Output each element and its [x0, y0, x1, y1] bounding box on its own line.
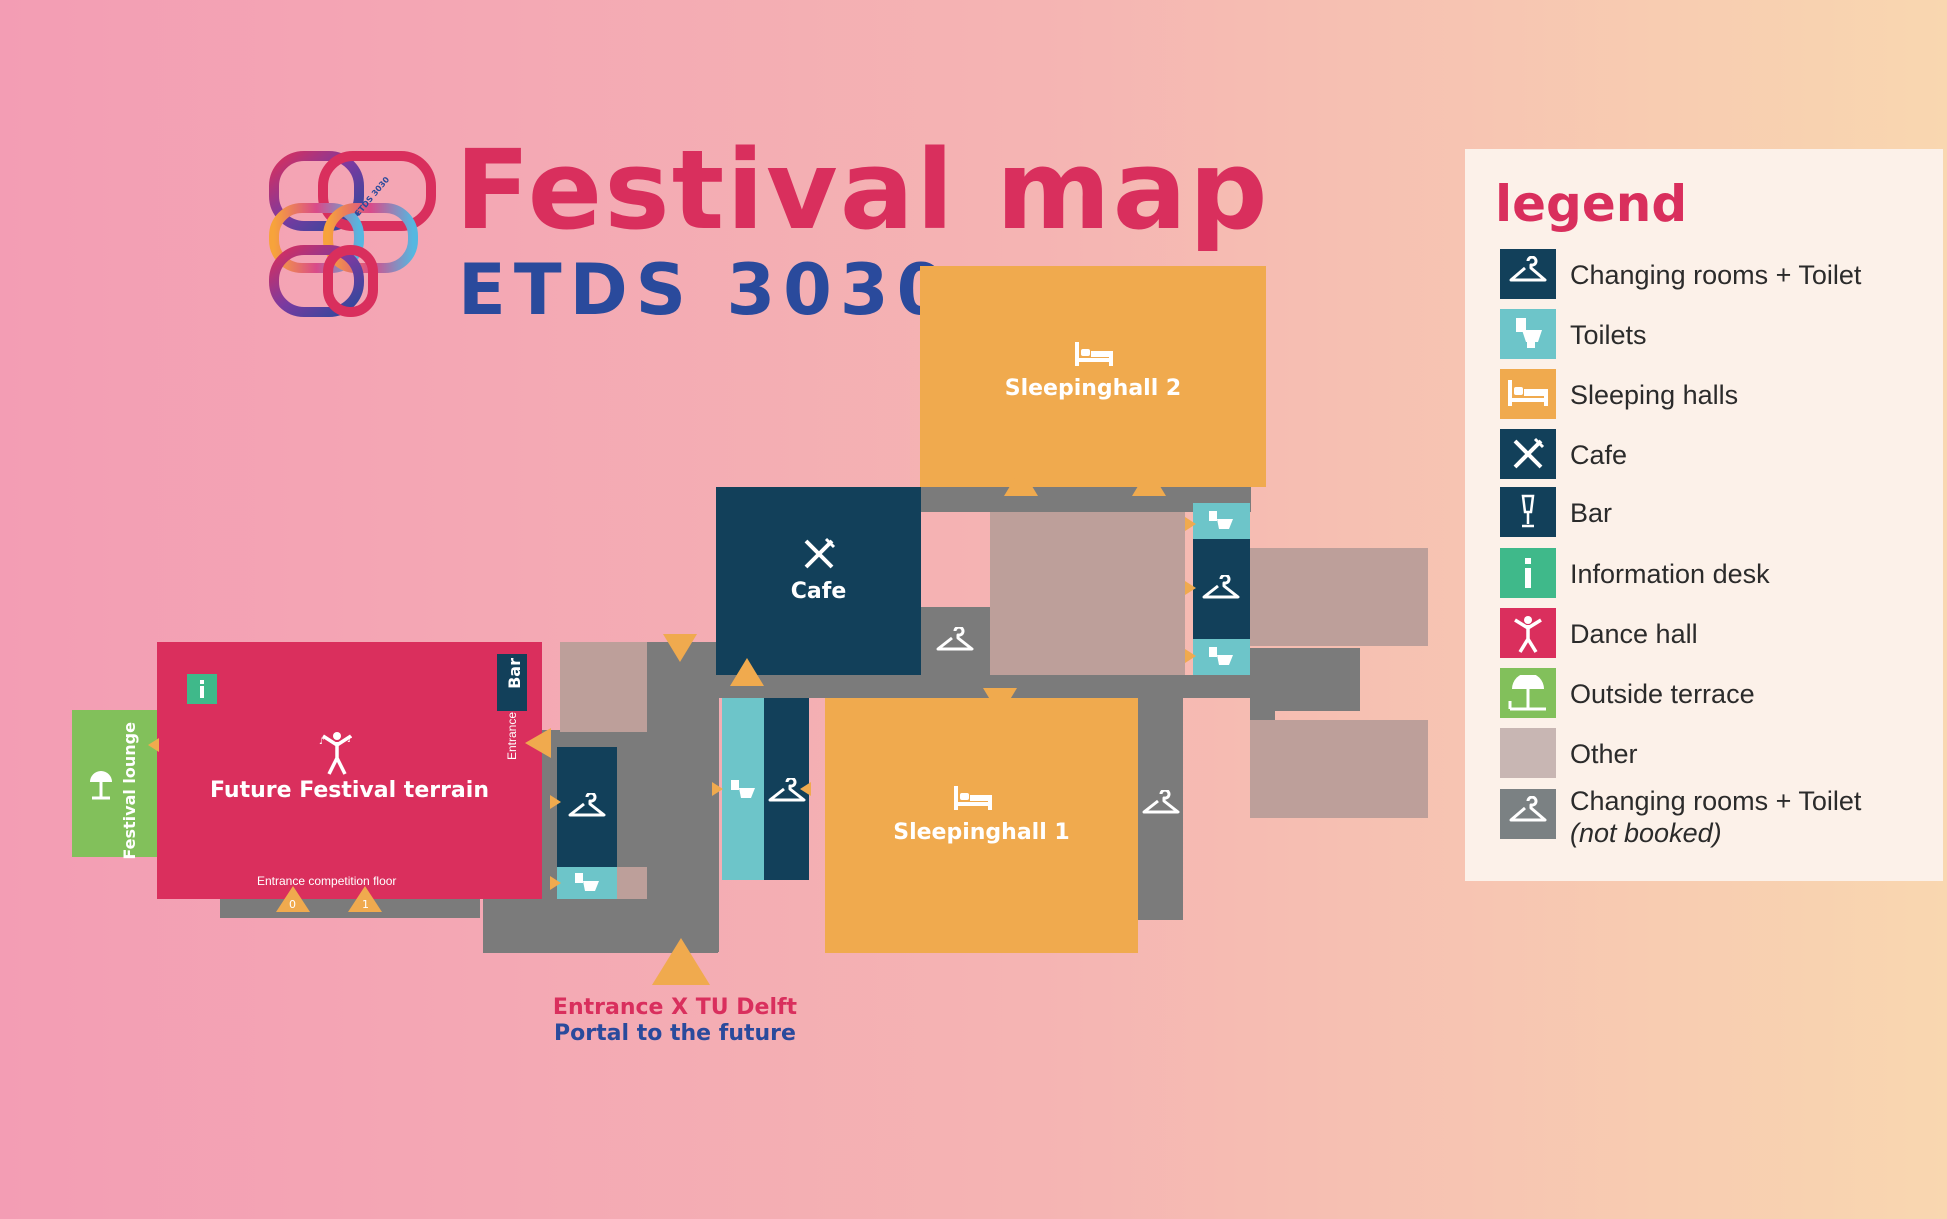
corridor-lower-east [1250, 648, 1275, 720]
legend-swatch [1500, 668, 1556, 718]
legend-swatch [1500, 548, 1556, 598]
door-marker [1185, 581, 1196, 595]
legend-panel: legend Changing rooms + Toilet Toilets S… [1465, 149, 1943, 881]
festival-lounge[interactable]: Festival lounge [72, 710, 157, 860]
toilet-icon [573, 871, 601, 895]
bed-icon [1073, 340, 1115, 368]
drink-icon [1521, 494, 1535, 528]
legend-label: Toilets [1570, 320, 1647, 350]
room-label: Sleepinghall 2 [1004, 376, 1182, 401]
room-label: Festival lounge [120, 722, 139, 860]
info-icon [1525, 558, 1531, 588]
toilet-icon [1207, 509, 1235, 533]
hanger-icon [935, 627, 975, 655]
entrance-arrow [730, 658, 764, 686]
bar[interactable]: Bar [497, 654, 527, 711]
legend-swatch [1500, 487, 1556, 537]
main-entrance-label: Entrance X TU Delft Portal to the future [530, 995, 820, 1047]
legend-swatch [1500, 608, 1556, 658]
umbrella-icon [1508, 675, 1546, 711]
entrance-arrow [663, 634, 697, 662]
side-entrance-label: Entrance [505, 712, 519, 761]
sleepinghall-1[interactable]: Sleepinghall 1 [825, 698, 1138, 953]
main-entrance-arrow [652, 938, 710, 985]
main-entrance-line2: Portal to the future [554, 1021, 796, 1046]
hanger-icon [1509, 256, 1547, 282]
svg-text:♪: ♪ [319, 737, 325, 747]
side-entrance-arrow [525, 728, 551, 758]
legend-swatch [1500, 249, 1556, 299]
hanger-icon [1201, 575, 1241, 603]
fork-knife-icon [802, 537, 836, 571]
other-room-center [990, 512, 1185, 675]
toilet-icon [1207, 645, 1235, 669]
toilet-icon [1516, 318, 1542, 348]
legend-label: Information desk [1570, 559, 1770, 589]
toilet-west[interactable] [557, 867, 617, 899]
umbrella-icon [88, 770, 114, 800]
room-label: Bar [505, 658, 524, 689]
svg-text:♪: ♪ [347, 735, 353, 745]
legend-label: Other [1570, 739, 1638, 769]
legend-swatch [1500, 309, 1556, 359]
hanger-icon [1141, 790, 1181, 818]
info-icon [187, 674, 217, 704]
legend-swatch [1500, 429, 1556, 479]
festival-map: Sleepinghall 2 Cafe ♪ ♪ Future Festival t… [0, 0, 1440, 1219]
bed-icon [1508, 380, 1548, 406]
room-label: Future Festival terrain [210, 778, 489, 803]
dancer-icon [1514, 616, 1542, 653]
legend-label: Outside terrace [1570, 679, 1755, 709]
legend-label: Dance hall [1570, 619, 1698, 649]
hanger-icon [567, 793, 607, 821]
stair-label-1: 1 [362, 898, 369, 911]
legend-label: Bar [1570, 498, 1613, 528]
legend-label-note: (not booked) [1570, 818, 1722, 849]
changing-room-west[interactable] [557, 747, 617, 867]
legend-label-main: Changing rooms + Toilet [1570, 786, 1862, 816]
door-marker [800, 782, 811, 796]
hanger-icon [1509, 796, 1547, 822]
legend-label: Changing rooms + Toilet (not booked) [1570, 785, 1861, 850]
door-marker [712, 782, 723, 796]
sleepinghall-2[interactable]: Sleepinghall 2 [920, 266, 1266, 487]
legend-swatch [1500, 369, 1556, 419]
legend-swatch [1500, 789, 1556, 839]
door-marker [550, 795, 561, 809]
toilet-east-top[interactable] [1193, 503, 1250, 539]
other-room-east-top [1250, 548, 1428, 646]
entrance-arrow [983, 688, 1017, 716]
other-room-east-bottom [1250, 720, 1428, 818]
bed-icon [952, 784, 994, 812]
corridor-link-east [1274, 648, 1360, 711]
changing-room-not-booked-north [920, 607, 990, 675]
future-festival-terrain[interactable]: ♪ ♪ Future Festival terrain Entrance comp… [157, 642, 542, 899]
legend-label: Changing rooms + Toilet [1570, 260, 1862, 290]
toilets-central[interactable] [722, 698, 764, 880]
legend-title: legend [1495, 175, 1688, 233]
room-label: Cafe [790, 579, 847, 604]
changing-room-not-booked-east [1138, 697, 1183, 920]
stair-label-0: 0 [289, 898, 296, 911]
other-room-west [560, 642, 647, 732]
door-marker [550, 876, 561, 890]
door-marker [148, 738, 159, 752]
main-entrance-line1: Entrance X TU Delft [552, 995, 798, 1020]
dancer-icon: ♪ ♪ [317, 730, 357, 776]
fork-knife-icon [1513, 437, 1545, 469]
legend-swatch [1500, 728, 1556, 778]
door-marker [1185, 517, 1196, 531]
toilet-icon [729, 778, 757, 802]
other-room-small [617, 867, 647, 899]
legend-label: Cafe [1570, 440, 1628, 470]
toilet-east-bottom[interactable] [1193, 639, 1250, 675]
door-marker [1185, 649, 1196, 663]
changing-room-east[interactable] [1193, 539, 1250, 639]
legend-label: Sleeping halls [1570, 380, 1739, 410]
room-label: Sleepinghall 1 [893, 820, 1070, 845]
cafe[interactable]: Cafe [716, 487, 921, 675]
entrance-arrow [1132, 468, 1166, 496]
entrance-arrow [1004, 468, 1038, 496]
corridor-vertical [647, 642, 719, 952]
